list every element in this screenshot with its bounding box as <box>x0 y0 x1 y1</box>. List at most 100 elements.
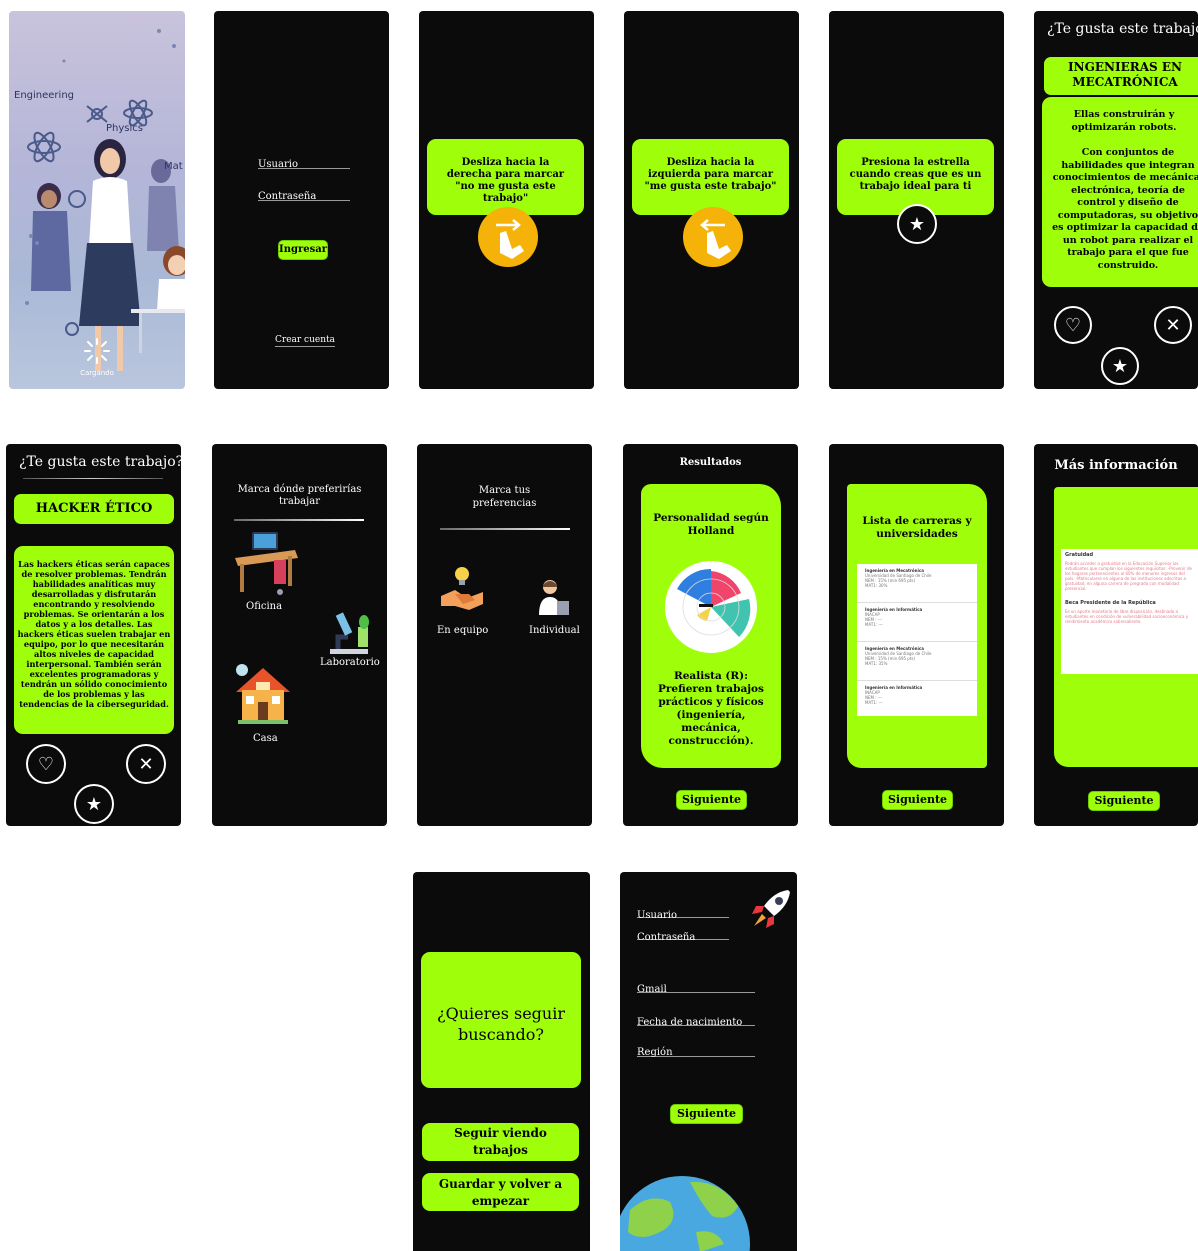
splash-label-math: Mat <box>164 161 183 172</box>
save-restart-label: Guardar y volver a empezar <box>438 1177 563 1208</box>
job-description-card: Ellas construirán y optimizarán robots. … <box>1042 97 1198 287</box>
holland-radar-chart <box>665 561 757 653</box>
career-mat: MAT1: 35% <box>865 661 888 666</box>
careers-list: Ingeniería en Mecatrónica Universidad de… <box>857 564 977 716</box>
favorite-star-icon[interactable]: ★ <box>1101 347 1139 385</box>
results-body: Realista (R): Prefieren trabajos práctic… <box>658 670 764 747</box>
career-mat: MAT1: --- <box>865 622 883 627</box>
job-title: INGENIERAS EN MECATRÓNICA <box>1068 60 1182 89</box>
reg-username-label: Usuario <box>637 910 677 921</box>
next-button[interactable]: Siguiente <box>676 790 747 810</box>
office-label: Oficina <box>246 601 283 612</box>
job-description: Las hackers éticas serán capaces de reso… <box>17 559 171 709</box>
more-info-card: Gratuidad Podrán acceder a gratuidad en … <box>1054 487 1198 767</box>
create-account-link[interactable]: Crear cuenta <box>275 335 335 347</box>
favorite-star-icon[interactable]: ★ <box>74 784 114 824</box>
rocket-icon <box>752 890 790 928</box>
gmail-label: Gmail <box>637 984 667 995</box>
splash-screen: Engineering Physics Mat Cargando <box>9 11 185 389</box>
info-heading-1: Gratuidad <box>1065 552 1094 558</box>
job-question: ¿Te gusta este trabajo? <box>19 454 181 470</box>
gmail-field[interactable]: Gmail <box>637 977 755 995</box>
career-mat: MAT1: 30% <box>865 583 888 588</box>
reg-username-field[interactable]: Usuario <box>637 903 729 921</box>
next-button[interactable]: Siguiente <box>882 790 953 810</box>
username-field[interactable]: Usuario <box>258 152 350 170</box>
career-item[interactable]: Ingeniería en Mecatrónica Universidad de… <box>857 564 977 603</box>
tutorial-text: Desliza hacia la derecha para marcar "no… <box>446 157 565 204</box>
individual-label: Individual <box>529 625 580 636</box>
reg-password-label: Contraseña <box>637 932 696 943</box>
individual-person-icon[interactable] <box>535 577 571 617</box>
job-description-card: Las hackers éticas serán capaces de reso… <box>14 546 174 734</box>
login-button[interactable]: Ingresar <box>278 240 328 260</box>
results-screen: Resultados Personalidad según Holland Re… <box>623 444 798 826</box>
splash-label-engineering: Engineering <box>14 90 74 101</box>
region-label: Región <box>637 1047 673 1058</box>
job-description-1: Ellas construirán y optimizarán robots. <box>1071 109 1177 133</box>
tutorial-card: Desliza hacia la izquierda para marcar "… <box>632 139 789 215</box>
tutorial-swipe-left-screen: Desliza hacia la izquierda para marcar "… <box>624 11 799 389</box>
continue-screen: ¿Quieres seguir buscando? Seguir viendo … <box>413 872 590 1251</box>
team-label: En equipo <box>437 625 489 636</box>
dislike-close-icon[interactable]: ✕ <box>126 744 166 784</box>
login-screen: Usuario Contraseña Ingresar Crear cuenta <box>214 11 389 389</box>
job-description-2: Con conjuntos de habilidades que integra… <box>1052 147 1198 271</box>
more-info-panel: Gratuidad Podrán acceder a gratuidad en … <box>1061 549 1198 674</box>
register-screen: Usuario Contraseña Gmail Fecha de nacimi… <box>620 872 797 1251</box>
question-underline <box>23 478 163 479</box>
career-item[interactable]: Ingeniería en Informática INACAP NEM : -… <box>857 603 977 642</box>
birthdate-field[interactable]: Fecha de nacimiento <box>637 1010 755 1028</box>
career-item[interactable]: Ingeniería en Informática INACAP NEM : -… <box>857 681 977 719</box>
careers-title: Lista de carreras y universidades <box>862 515 972 540</box>
like-heart-icon[interactable]: ♡ <box>1054 306 1092 344</box>
job-mecatronica-screen: ¿Te gusta este trabajo? INGENIERAS EN ME… <box>1034 11 1198 389</box>
careers-card: Lista de carreras y universidades Ingeni… <box>847 484 987 768</box>
username-label: Usuario <box>258 159 298 170</box>
register-next-button[interactable]: Siguiente <box>670 1104 743 1124</box>
birthdate-label: Fecha de nacimiento <box>637 1017 743 1028</box>
career-mat: MAT1: --- <box>865 700 883 705</box>
tutorial-swipe-right-screen: Desliza hacia la derecha para marcar "no… <box>419 11 594 389</box>
keep-browsing-label: Seguir viendo trabajos <box>454 1126 547 1157</box>
house-icon[interactable] <box>232 662 294 728</box>
results-title: Resultados <box>679 457 742 468</box>
office-desk-icon[interactable] <box>230 530 300 600</box>
loading-label: Cargando <box>80 369 114 377</box>
star-icon[interactable]: ★ <box>897 204 937 244</box>
teamwork-handshake-icon[interactable] <box>439 564 485 614</box>
more-info-title: Más información <box>1054 458 1178 473</box>
keep-browsing-button[interactable]: Seguir viendo trabajos <box>422 1123 579 1161</box>
loading-spinner-icon <box>84 338 110 364</box>
microscope-icon[interactable] <box>324 607 374 657</box>
more-info-screen: Más información Gratuidad Podrán acceder… <box>1034 444 1198 826</box>
title-underline <box>440 528 570 530</box>
reg-password-field[interactable]: Contraseña <box>637 925 729 943</box>
continue-question: ¿Quieres seguir buscando? <box>437 1004 565 1044</box>
lab-label: Laboratorio <box>320 657 380 668</box>
tutorial-text: Desliza hacia la izquierda para marcar "… <box>644 157 777 192</box>
dislike-close-icon[interactable]: ✕ <box>1154 306 1192 344</box>
password-field[interactable]: Contraseña <box>258 184 350 202</box>
tutorial-card: Desliza hacia la derecha para marcar "no… <box>427 139 584 215</box>
next-button[interactable]: Siguiente <box>1088 791 1160 811</box>
results-card: Personalidad según Holland Realista (R):… <box>641 484 781 768</box>
splash-label-physics: Physics <box>106 123 143 134</box>
job-question: ¿Te gusta este trabajo? <box>1047 21 1198 37</box>
career-item[interactable]: Ingeniería en Mecatrónica Universidad de… <box>857 642 977 681</box>
job-hacker-screen: ¿Te gusta este trabajo? HACKER ÉTICO Las… <box>6 444 181 826</box>
title-underline <box>234 519 364 521</box>
info-paragraph-1: Podrán acceder a gratuidad en la Educaci… <box>1065 561 1192 591</box>
preferences-title: Marca tus preferencias <box>472 485 537 509</box>
splash-illustration <box>25 29 185 371</box>
job-title-card: INGENIERAS EN MECATRÓNICA <box>1044 57 1198 95</box>
tutorial-star-screen: Presiona la estrella cuando creas que es… <box>829 11 1004 389</box>
workplace-screen: Marca dónde preferirías trabajar Oficina… <box>212 444 387 826</box>
workplace-title: Marca dónde preferirías trabajar <box>237 484 362 507</box>
like-heart-icon[interactable]: ♡ <box>26 744 66 784</box>
tutorial-text: Presiona la estrella cuando creas que es… <box>849 157 982 192</box>
region-field[interactable]: Región <box>637 1040 755 1058</box>
swipe-left-icon <box>683 207 743 267</box>
save-restart-button[interactable]: Guardar y volver a empezar <box>422 1173 579 1211</box>
swipe-right-icon <box>478 207 538 267</box>
